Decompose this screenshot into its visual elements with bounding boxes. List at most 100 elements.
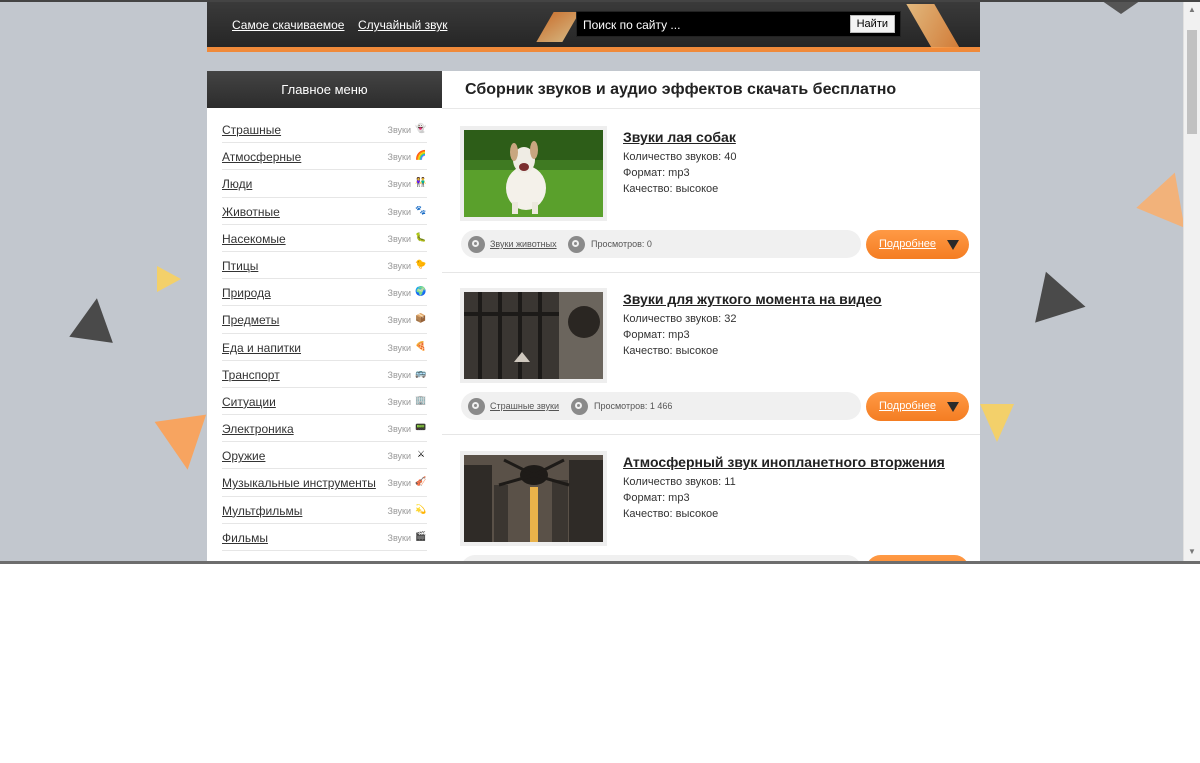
sidebar-item-label[interactable]: Оружие (222, 449, 265, 463)
scrollbar-thumb[interactable] (1187, 30, 1197, 134)
more-button[interactable]: Подробнее (866, 392, 969, 421)
sidebar-item-label[interactable]: Животные (222, 205, 280, 219)
category-disc-icon (468, 236, 485, 253)
sound-format: Формат: mp3 (623, 492, 690, 504)
thumb-barking-dog[interactable] (460, 126, 607, 221)
eye-icon (568, 236, 585, 253)
main-menu-sidebar: Главное меню Страшные Звуки 👻 Атмосферные Зв… (207, 71, 442, 561)
sidebar-item-tag: Звуки (387, 396, 411, 407)
sidebar-item-label[interactable]: Предметы (222, 313, 279, 327)
sidebar-title: Главное меню (207, 71, 442, 108)
card-info-bar: Страшные звуки Просмотров: 1 466 (461, 392, 861, 420)
sidebar-item[interactable]: Люди Звуки 👫 (222, 170, 427, 198)
sidebar-item-label[interactable]: Насекомые (222, 232, 286, 246)
card-title[interactable]: Атмосферный звук инопланетного вторжения (623, 454, 945, 470)
sparkle-icon: 💫 (415, 503, 427, 514)
header-orange-stripe-icon (536, 12, 580, 42)
sidebar-item[interactable]: Насекомые Звуки 🐛 (222, 225, 427, 252)
sidebar-item-label[interactable]: Электроника (222, 422, 294, 436)
sidebar-item-label[interactable]: Атмосферные (222, 150, 301, 164)
bird-icon: 🐤 (415, 258, 427, 269)
sidebar-item[interactable]: Атмосферные Звуки 🌈 (222, 143, 427, 171)
sound-format: Формат: mp3 (623, 329, 690, 341)
ghost-icon: 👻 (415, 123, 427, 133)
sidebar-item[interactable]: Ситуации Звуки 🏢 (222, 388, 427, 416)
sidebar-item[interactable]: Мультфильмы Звуки 💫 (222, 497, 427, 524)
sidebar-item[interactable]: Предметы Звуки 📦 (222, 306, 427, 334)
sidebar-item-label[interactable]: Страшные (222, 123, 281, 137)
main-content: Сборник звуков и аудио эффектов скачать … (442, 71, 980, 561)
blank-area (0, 561, 1200, 763)
sidebar-item-label[interactable]: Музыкальные инструменты (222, 476, 376, 490)
nav-random-sound[interactable]: Случайный звук (358, 18, 447, 32)
sidebar-item-label[interactable]: Транспорт (222, 368, 280, 382)
sidebar-item-label[interactable]: Ситуации (222, 395, 276, 409)
sound-card: Звуки для жуткого момента на видео Колич… (442, 272, 980, 435)
sidebar-item-tag: Звуки (387, 532, 411, 543)
thumb-dark-cell[interactable] (460, 288, 607, 383)
people-icon: 👫 (415, 177, 427, 188)
sidebar-item[interactable]: Оружие Звуки ⚔ (222, 442, 427, 470)
sidebar-item[interactable]: Еда и напитки Звуки 🍕 (222, 334, 427, 361)
vertical-scrollbar[interactable]: ▲ ▼ (1183, 2, 1200, 561)
card-info-bar: Звуки животных Просмотров: 0 (461, 230, 861, 258)
category-disc-icon (468, 398, 485, 415)
decor-triangle-dark-right (1035, 271, 1091, 333)
bug-icon: 🐛 (415, 231, 427, 242)
weapon-icon: ⚔ (416, 449, 426, 460)
header-orange-stripe-right-icon (906, 4, 960, 48)
page-title: Сборник звуков и аудио эффектов скачать … (442, 71, 980, 109)
more-button-label: Подробнее (879, 238, 937, 250)
building-icon: 🏢 (415, 394, 427, 405)
decor-triangle-orange (154, 414, 214, 474)
sound-count: Количество звуков: 32 (623, 313, 737, 325)
search-button[interactable]: Найти (849, 15, 895, 33)
sidebar-item-label[interactable]: Фильмы (222, 531, 268, 545)
nav-most-downloaded[interactable]: Самое скачиваемое (232, 18, 344, 32)
sidebar-item-label[interactable]: Мультфильмы (222, 504, 302, 518)
category-link[interactable]: Страшные звуки (490, 401, 559, 411)
sidebar-item-tag: Звуки (387, 315, 411, 326)
card-title[interactable]: Звуки для жуткого момента на видео (623, 291, 882, 307)
sidebar-item[interactable]: Животные Звуки 🐾 (222, 198, 427, 225)
sidebar-item[interactable]: Страшные Звуки 👻 (222, 116, 427, 144)
sidebar-item[interactable]: Фильмы Звуки 🎬 (222, 524, 427, 551)
sidebar-item-label[interactable]: Птицы (222, 259, 258, 273)
thumb-alien-invasion[interactable] (460, 451, 607, 546)
sidebar-item[interactable]: Природа Звуки 🌍 (222, 279, 427, 307)
sidebar-item[interactable]: Птицы Звуки 🐤 (222, 252, 427, 280)
decor-triangle-orange-right (1131, 172, 1185, 236)
sidebar-item-label[interactable]: Еда и напитки (222, 341, 301, 355)
category-list: Страшные Звуки 👻 Атмосферные Звуки 🌈 Люди Звуки… (207, 108, 442, 551)
device-icon: 📟 (415, 422, 427, 433)
bus-icon: 🚌 (415, 367, 427, 378)
scroll-down-icon[interactable]: ▼ (1184, 544, 1200, 560)
sidebar-item-tag: Звуки (387, 505, 411, 516)
sidebar-item-label[interactable]: Природа (222, 286, 271, 300)
more-button[interactable]: Подробнее (866, 230, 969, 259)
category-link[interactable]: Звуки животных (490, 239, 557, 249)
search-input[interactable] (583, 16, 843, 33)
views-count: Просмотров: 0 (591, 239, 652, 249)
sound-format: Формат: mp3 (623, 167, 690, 179)
search-box: Найти (576, 11, 901, 37)
sidebar-item[interactable]: Транспорт Звуки 🚌 (222, 361, 427, 388)
sound-count: Количество звуков: 40 (623, 151, 737, 163)
scroll-up-icon[interactable]: ▲ (1184, 2, 1200, 18)
sidebar-item-tag: Звуки (387, 179, 411, 190)
sidebar-item-tag: Звуки (387, 152, 411, 163)
clapper-icon: 🎬 (415, 530, 427, 541)
sidebar-item[interactable]: Электроника Звуки 📟 (222, 415, 427, 443)
sidebar-item-tag: Звуки (387, 260, 411, 271)
sound-quality: Качество: высокое (623, 508, 719, 520)
sidebar-item-label[interactable]: Люди (222, 177, 252, 191)
globe-icon: 🌍 (415, 286, 427, 297)
sound-quality: Качество: высокое (623, 345, 719, 357)
decor-triangle-dark (69, 295, 119, 343)
decor-triangle-yellow-right (980, 404, 1014, 442)
sidebar-item-tag: Звуки (387, 206, 411, 217)
eye-icon (571, 398, 588, 415)
card-title[interactable]: Звуки лая собак (623, 129, 736, 145)
sidebar-item[interactable]: Музыкальные инструменты Звуки 🎻 (222, 469, 427, 497)
more-button-label: Подробнее (879, 400, 937, 412)
